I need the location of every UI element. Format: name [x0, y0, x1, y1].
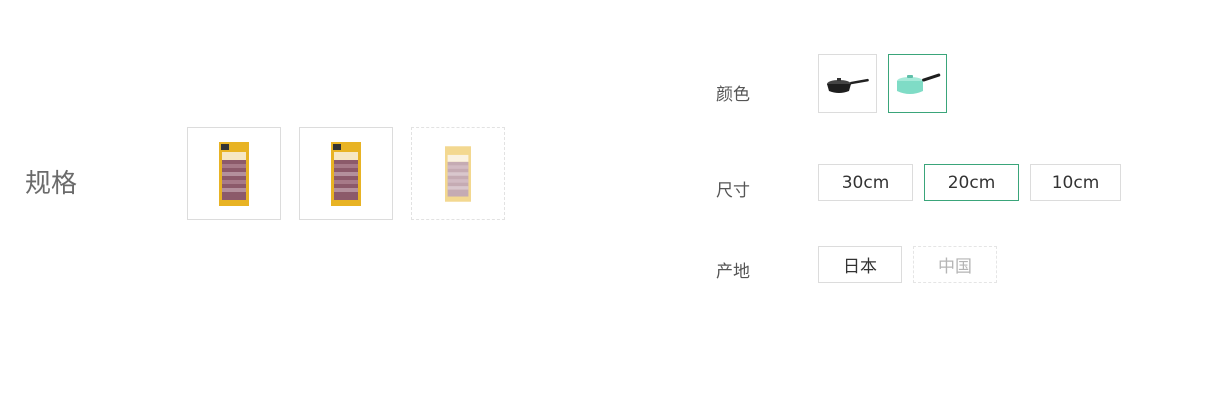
color-option-black[interactable]	[818, 54, 877, 113]
product-package-icon	[445, 145, 471, 202]
origin-label: 产地	[716, 262, 750, 282]
color-option-mint[interactable]	[888, 54, 947, 113]
spec-option-3	[411, 127, 505, 220]
spec-option-2[interactable]	[299, 127, 393, 220]
size-option-10cm[interactable]: 10cm	[1030, 164, 1121, 201]
black-pan-icon	[826, 77, 869, 93]
color-label: 颜色	[716, 85, 750, 105]
size-option-30cm[interactable]: 30cm	[818, 164, 913, 201]
product-package-icon	[331, 141, 361, 206]
spec-option-1[interactable]	[187, 127, 281, 220]
origin-option-japan[interactable]: 日本	[818, 246, 902, 283]
mint-pan-icon	[896, 73, 940, 94]
origin-option-china: 中国	[913, 246, 997, 283]
size-label: 尺寸	[716, 181, 750, 201]
spec-label: 规格	[25, 169, 78, 199]
size-option-20cm[interactable]: 20cm	[924, 164, 1019, 201]
product-package-icon	[219, 141, 249, 206]
